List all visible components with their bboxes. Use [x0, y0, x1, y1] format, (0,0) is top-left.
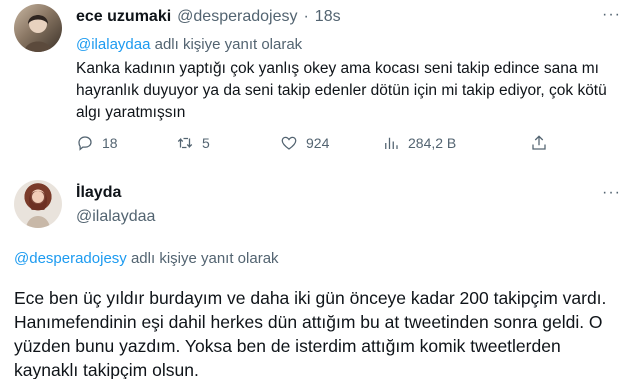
like-count: 924	[306, 135, 330, 151]
replying-to-suffix: adlı kişiye yanıt olarak	[126, 250, 279, 267]
separator-dot: ·	[303, 8, 309, 25]
replying-to-handle[interactable]: @desperadojesy	[14, 250, 127, 267]
timestamp[interactable]: 18s	[315, 8, 341, 26]
replying-to-handle[interactable]: @ilalaydaa	[76, 36, 150, 53]
reply-count: 18	[102, 135, 118, 151]
user-handle[interactable]: @desperadojesy	[177, 8, 297, 26]
views-button[interactable]: 284,2 B	[382, 134, 456, 152]
replying-to: @ilalaydaa adlı kişiye yanıt olarak	[76, 36, 302, 53]
reply-tweet[interactable]: ece uzumaki @desperadojesy · 18s ··· @il…	[0, 0, 635, 170]
tweet-header: ece uzumaki @desperadojesy · 18s	[76, 8, 341, 26]
tweet-header: İlayda @ilalaydaa	[76, 184, 155, 226]
user-handle[interactable]: @ilalaydaa	[76, 208, 155, 226]
avatar[interactable]	[14, 4, 62, 52]
retweet-button[interactable]: 5	[176, 134, 210, 152]
more-icon[interactable]: ···	[602, 184, 621, 202]
reply-icon	[78, 136, 92, 151]
replying-to-suffix: adlı kişiye yanıt olarak	[150, 36, 303, 53]
views-icon	[385, 137, 398, 149]
share-icon	[532, 135, 546, 150]
retweet-icon	[177, 137, 193, 149]
replying-to: @desperadojesy adlı kişiye yanıt olarak	[14, 250, 279, 267]
like-icon	[281, 136, 297, 150]
display-name[interactable]: İlayda	[76, 184, 155, 202]
tweet-body: Kanka kadının yaptığı çok yanlış okey am…	[76, 60, 607, 121]
views-count: 284,2 B	[408, 135, 457, 151]
avatar[interactable]	[14, 180, 62, 228]
avatar-image	[24, 15, 52, 52]
share-button[interactable]	[530, 134, 548, 152]
avatar-image	[26, 190, 50, 228]
retweet-count: 5	[202, 135, 210, 151]
tweet-actions: 18 5 924 284,2 B	[76, 134, 596, 156]
reply-button[interactable]: 18	[76, 134, 118, 152]
more-icon[interactable]: ···	[602, 6, 621, 24]
display-name[interactable]: ece uzumaki	[76, 8, 171, 26]
tweet-body: Ece ben üç yıldır burdayım ve daha iki g…	[14, 288, 607, 379]
like-button[interactable]: 924	[280, 134, 329, 152]
